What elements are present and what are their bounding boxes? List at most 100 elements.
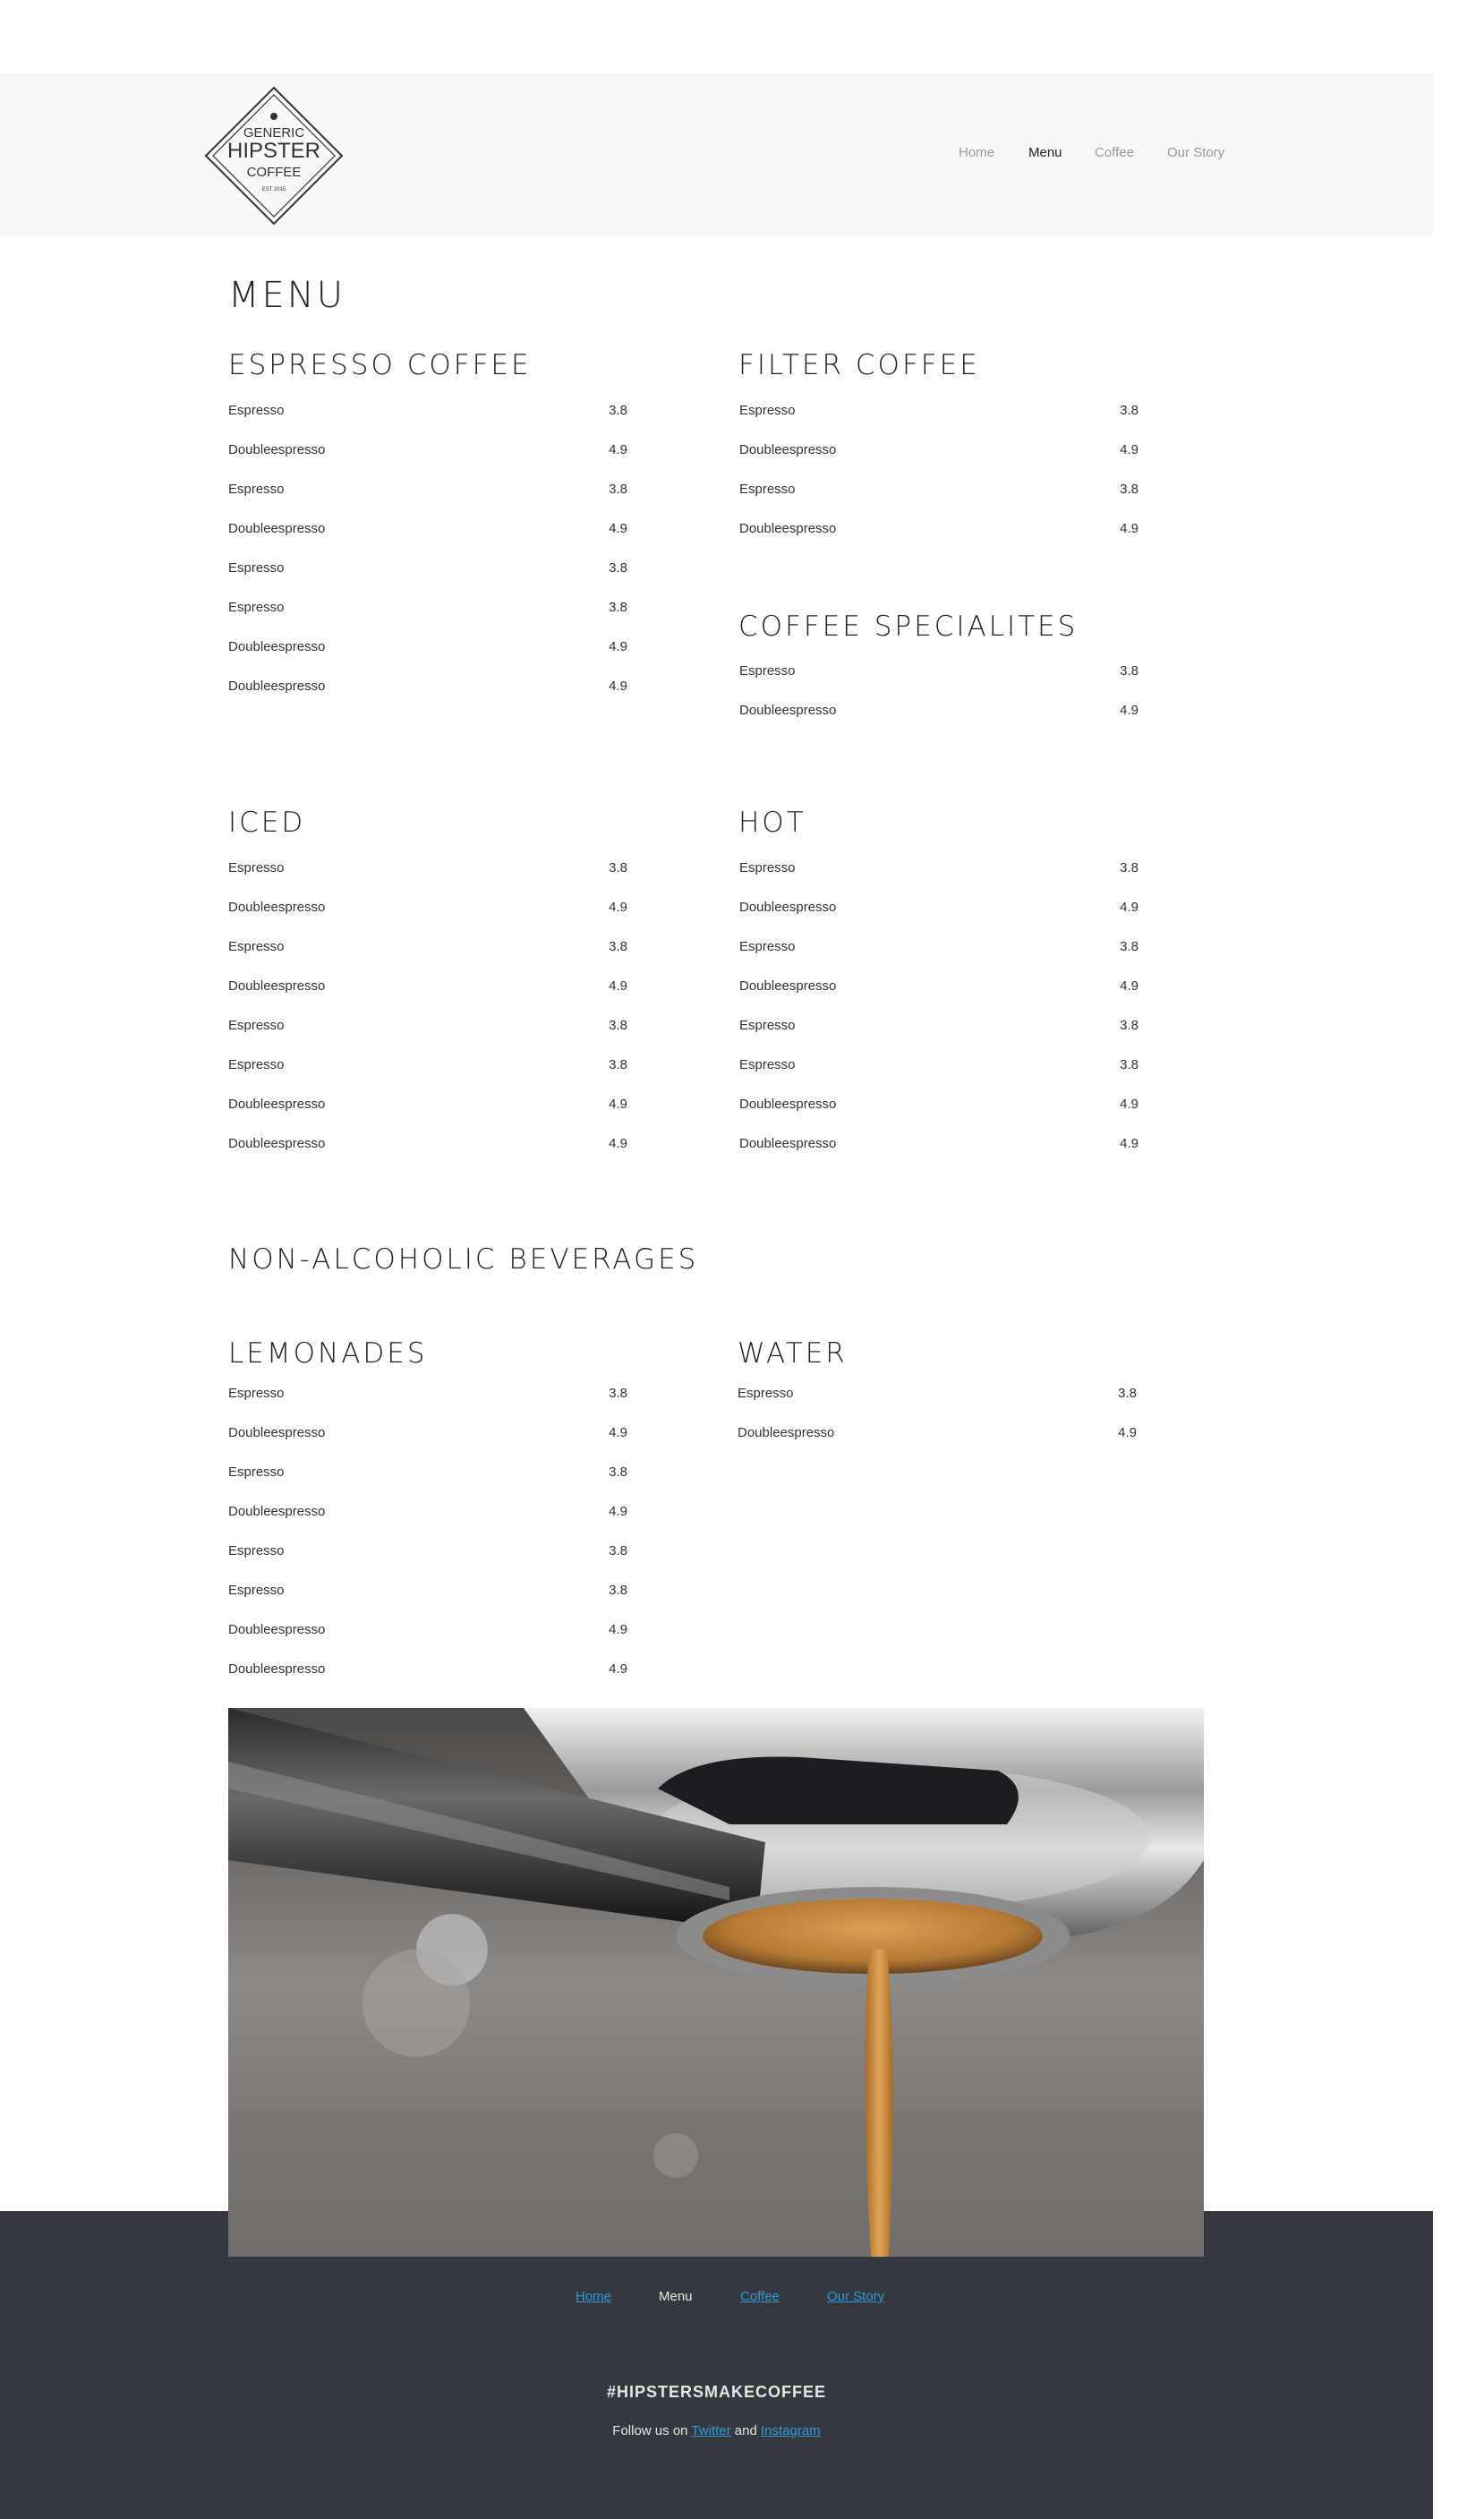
menu-item-name: Espresso — [739, 663, 796, 679]
menu-item: Espresso 3.8 — [738, 1386, 1137, 1425]
section-title-espresso: ESPRESSO COFFEE — [228, 349, 532, 381]
menu-item: Doubleespresso 4.9 — [739, 521, 1139, 560]
menu-item-price: 3.8 — [1120, 1057, 1139, 1072]
nav-coffee[interactable]: Coffee — [1095, 145, 1134, 160]
menu-item-name: Doubleespresso — [739, 900, 837, 915]
footer-nav-our-story[interactable]: Our Story — [827, 2289, 884, 2304]
menu-item: Espresso 3.8 — [228, 1057, 627, 1097]
menu-item-name: Doubleespresso — [228, 1622, 326, 1637]
menu-item-name: Doubleespresso — [739, 521, 837, 536]
menu-item: Espresso 3.8 — [739, 860, 1139, 900]
menu-item-price: 4.9 — [609, 1504, 627, 1519]
menu-item: Espresso 3.8 — [228, 1583, 627, 1622]
menu-item-price: 4.9 — [1120, 442, 1139, 457]
menu-item-price: 4.9 — [609, 1097, 627, 1112]
menu-item-name: Espresso — [228, 939, 285, 954]
menu-item-price: 4.9 — [609, 1661, 627, 1677]
menu-item: Espresso 3.8 — [228, 1018, 627, 1057]
menu-item-price: 4.9 — [1118, 1425, 1137, 1440]
menu-list-espresso: Espresso 3.8 Doubleespresso 4.9 Espresso 3.8 D… — [228, 403, 627, 718]
menu-item-name: Doubleespresso — [228, 900, 326, 915]
menu-list-specialites: Espresso 3.8 Doubleespresso 4.9 — [739, 663, 1139, 742]
menu-item: Doubleespresso 4.9 — [228, 900, 627, 939]
menu-item-price: 4.9 — [609, 521, 627, 536]
section-title-filter: FILTER COFFEE — [738, 349, 980, 381]
menu-item: Espresso 3.8 — [739, 482, 1139, 521]
twitter-link[interactable]: Twitter — [691, 2423, 730, 2438]
espresso-machine-photo — [228, 1708, 1204, 2257]
menu-item: Doubleespresso 4.9 — [228, 1661, 627, 1701]
menu-item-name: Espresso — [228, 482, 285, 497]
menu-item-price: 3.8 — [1120, 860, 1139, 875]
menu-item-price: 3.8 — [609, 560, 627, 576]
menu-item: Doubleespresso 4.9 — [228, 1504, 627, 1543]
menu-item: Doubleespresso 4.9 — [228, 442, 627, 482]
menu-item-name: Espresso — [228, 403, 285, 418]
menu-item: Doubleespresso 4.9 — [228, 521, 627, 560]
menu-item-name: Espresso — [228, 1583, 285, 1598]
menu-item-name: Doubleespresso — [228, 978, 326, 994]
nav-menu[interactable]: Menu — [1028, 145, 1062, 160]
menu-item-price: 3.8 — [609, 482, 627, 497]
menu-item-price: 3.8 — [609, 1543, 627, 1558]
menu-item-price: 4.9 — [609, 1136, 627, 1151]
menu-item-price: 3.8 — [1120, 403, 1139, 418]
menu-item: Doubleespresso 4.9 — [739, 900, 1139, 939]
menu-list-filter: Espresso 3.8 Doubleespresso 4.9 Espresso 3.8 D… — [739, 403, 1139, 560]
menu-item-price: 3.8 — [609, 1057, 627, 1072]
menu-item-price: 3.8 — [1120, 939, 1139, 954]
menu-item: Espresso 3.8 — [739, 939, 1139, 978]
menu-item: Doubleespresso 4.9 — [228, 1097, 627, 1136]
menu-item-name: Doubleespresso — [228, 1136, 326, 1151]
follow-and: and — [734, 2423, 757, 2438]
menu-item: Espresso 3.8 — [228, 939, 627, 978]
menu-item-price: 4.9 — [1120, 978, 1139, 994]
instagram-link[interactable]: Instagram — [761, 2423, 821, 2438]
menu-item-price: 3.8 — [609, 1583, 627, 1598]
menu-item: Espresso 3.8 — [228, 1464, 627, 1504]
menu-item-price: 4.9 — [609, 1425, 627, 1440]
menu-item-name: Doubleespresso — [228, 1504, 326, 1519]
nav-our-story[interactable]: Our Story — [1167, 145, 1224, 160]
menu-item-name: Doubleespresso — [228, 639, 326, 654]
menu-item-name: Espresso — [739, 860, 796, 875]
menu-item: Doubleespresso 4.9 — [739, 1136, 1139, 1175]
menu-item: Doubleespresso 4.9 — [738, 1425, 1137, 1464]
menu-item: Doubleespresso 4.9 — [739, 703, 1139, 742]
menu-item-price: 4.9 — [609, 978, 627, 994]
menu-item-price: 4.9 — [609, 1622, 627, 1637]
menu-item-name: Espresso — [228, 1018, 285, 1033]
menu-item-name: Espresso — [228, 1543, 285, 1558]
menu-item-name: Espresso — [228, 560, 285, 576]
menu-item: Espresso 3.8 — [739, 1057, 1139, 1097]
section-title-water: WATER — [738, 1337, 848, 1370]
section-title-iced: ICED — [228, 807, 306, 839]
menu-item-name: Espresso — [228, 1464, 285, 1480]
menu-item-name: Espresso — [228, 860, 285, 875]
menu-item-price: 3.8 — [1120, 663, 1139, 679]
menu-item: Espresso 3.8 — [228, 1543, 627, 1583]
menu-item: Doubleespresso 4.9 — [228, 978, 627, 1018]
menu-item-name: Doubleespresso — [738, 1425, 835, 1440]
menu-item: Doubleespresso 4.9 — [228, 679, 627, 718]
menu-item: Doubleespresso 4.9 — [228, 639, 627, 679]
page-title: MENU — [228, 275, 345, 316]
footer-nav-home[interactable]: Home — [576, 2289, 611, 2304]
section-title-hot: HOT — [738, 807, 806, 839]
nav-home[interactable]: Home — [959, 145, 994, 160]
footer-tagline: #HIPSTERSMAKECOFFEE — [606, 2383, 827, 2401]
menu-item-name: Espresso — [228, 600, 285, 615]
menu-item-name: Doubleespresso — [739, 442, 837, 457]
footer-nav-coffee[interactable]: Coffee — [740, 2289, 780, 2304]
menu-item-name: Doubleespresso — [739, 1097, 837, 1112]
menu-item: Espresso 3.8 — [228, 560, 627, 600]
menu-item-price: 3.8 — [1118, 1386, 1137, 1401]
menu-list-hot: Espresso 3.8 Doubleespresso 4.9 Espresso 3.8 D… — [739, 860, 1139, 1175]
section-title-non-alcoholic: NON-ALCOHOLIC BEVERAGES — [228, 1243, 699, 1276]
menu-item-name: Doubleespresso — [739, 703, 837, 718]
menu-item: Doubleespresso 4.9 — [739, 1097, 1139, 1136]
menu-list-iced: Espresso 3.8 Doubleespresso 4.9 Espresso 3.8 D… — [228, 860, 627, 1175]
menu-item-price: 3.8 — [1120, 1018, 1139, 1033]
menu-list-water: Espresso 3.8 Doubleespresso 4.9 — [738, 1386, 1137, 1464]
site-footer: Home Menu Coffee Our Story #HIPSTERSMAKE… — [0, 2211, 1433, 2519]
